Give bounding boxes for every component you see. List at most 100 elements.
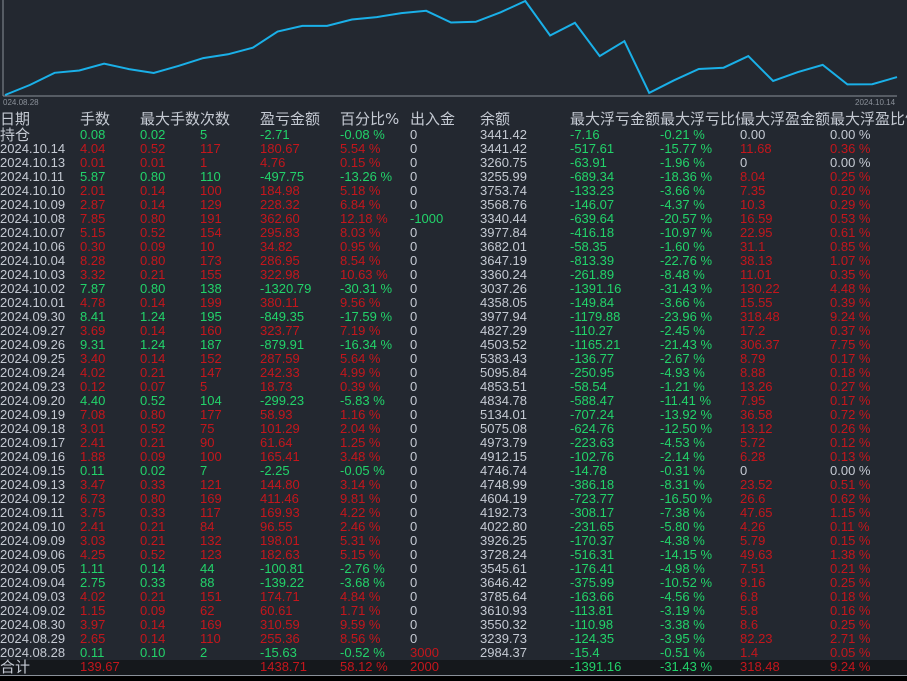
table-row[interactable]: 2024.09.17 2.41 0.21 90 61.64 1.25 % 0 4973.79 -…: [0, 436, 907, 450]
table-row[interactable]: 2024.09.19 7.08 0.80 177 58.93 1.16 % 0 5134.01…: [0, 408, 907, 422]
table-row[interactable]: 2024.09.15 0.11 0.02 7 -2.25 -0.05 % 0 4746.74 -…: [0, 464, 907, 478]
cell-cash-flow: 0: [410, 309, 418, 324]
cell-max-float-profit: 11.01: [740, 267, 772, 282]
cell-max-float-loss-pct: -1.21 %: [660, 379, 705, 394]
cell-percent: -13.26 %: [340, 169, 393, 184]
header-max-float-profit-pct[interactable]: 最大浮盈比例: [830, 110, 907, 128]
header-percent[interactable]: 百分比%: [340, 110, 399, 128]
header-cash-flow[interactable]: 出入金: [410, 110, 455, 128]
cell-max-float-loss: -124.35: [570, 631, 615, 646]
cell-date: 2024.09.05: [0, 561, 66, 576]
cell-max-float-loss: -1391.16: [570, 281, 622, 296]
table-row[interactable]: 2024.10.10 2.01 0.14 100 184.98 5.18 % 0 3753.7…: [0, 184, 907, 198]
table-row[interactable]: 2024.10.04 8.28 0.80 173 286.95 8.54 % 0 3647.1…: [0, 254, 907, 268]
cell-max-float-profit-pct: 0.12 %: [830, 435, 871, 450]
cell-lots: 1.88: [80, 449, 106, 464]
cell-percent: 0.15 %: [340, 155, 381, 170]
table-row[interactable]: 2024.10.06 0.30 0.09 10 34.82 0.95 % 0 3682.01 -…: [0, 240, 907, 254]
header-max-lots[interactable]: 最大手数: [140, 110, 200, 128]
table-row[interactable]: 2024.10.11 5.87 0.80 110 -497.75 -13.26 % 0 325…: [0, 170, 907, 184]
cell-balance: 3545.61: [480, 561, 527, 576]
table-row[interactable]: 2024.10.01 4.78 0.14 199 380.11 9.56 % 0 4358.0…: [0, 296, 907, 310]
cell-percent: 0.95 %: [340, 239, 381, 254]
cell-percent: 3.48 %: [340, 449, 381, 464]
table-row[interactable]: 2024.09.09 3.03 0.21 132 198.01 5.31 % 0 3926.2…: [0, 534, 907, 548]
cell-date: 2024.10.13: [0, 155, 66, 170]
table-row[interactable]: 2024.10.02 7.87 0.80 138 -1320.79 -30.31 % 0 30…: [0, 282, 907, 296]
header-pnl[interactable]: 盈亏金额: [260, 110, 320, 128]
table-row[interactable]: 2024.08.28 0.11 0.10 2 -15.63 -0.52 % 3000 2984…: [0, 646, 907, 660]
cell-max-float-loss-pct: -16.50 %: [660, 491, 713, 506]
cell-balance: 3785.64: [480, 589, 527, 604]
table-row[interactable]: 2024.09.30 8.41 1.24 195 -849.35 -17.59 % 0 397…: [0, 310, 907, 324]
cell-max-float-loss: -723.77: [570, 491, 615, 506]
cell-percent: -0.05 %: [340, 463, 385, 478]
cell-max-float-profit-pct: 0.35 %: [830, 267, 871, 282]
cell-max-float-profit-pct: 0.00 %: [830, 127, 871, 142]
cell-max-float-loss: -250.95: [570, 365, 615, 380]
table-row[interactable]: 2024.09.18 3.01 0.52 75 101.29 2.04 % 0 5075.08…: [0, 422, 907, 436]
header-lots[interactable]: 手数: [80, 110, 110, 128]
table-row[interactable]: 2024.09.12 6.73 0.80 169 411.46 9.81 % 0 4604.1…: [0, 492, 907, 506]
cell-lots: 4.78: [80, 295, 106, 310]
cell-max-float-profit-pct: 0.16 %: [830, 603, 871, 618]
cell-percent: 8.56 %: [340, 631, 381, 646]
table-row[interactable]: 2024.09.16 1.88 0.09 100 165.41 3.48 % 0 4912.1…: [0, 450, 907, 464]
table-row[interactable]: 2024.10.13 0.01 0.01 1 4.76 0.15 % 0 3260.75 -63…: [0, 156, 907, 170]
cell-max-float-loss: -63.91: [570, 155, 607, 170]
cell-max-lots: 0.14: [140, 561, 166, 576]
cell-pnl: 169.93: [260, 505, 300, 520]
cell-max-float-profit-pct: 0.27 %: [830, 379, 871, 394]
table-row[interactable]: 2024.09.25 3.40 0.14 152 287.59 5.64 % 0 5383.4…: [0, 352, 907, 366]
cell-max-float-profit: 130.22: [740, 281, 780, 296]
table-row[interactable]: 2024.10.03 3.32 0.21 155 322.98 10.63 % 0 3360.…: [0, 268, 907, 282]
cell-max-float-loss-pct: -15.77 %: [660, 141, 713, 156]
table-row[interactable]: 2024.09.02 1.15 0.09 62 60.61 1.71 % 0 3610.93 -…: [0, 604, 907, 618]
table-row[interactable]: 2024.10.07 5.15 0.52 154 295.83 8.03 % 0 3977.8…: [0, 226, 907, 240]
cell-max-float-profit: 7.35: [740, 183, 766, 198]
table-row[interactable]: 2024.09.27 3.69 0.14 160 323.77 7.19 % 0 4827.2…: [0, 324, 907, 338]
table-row[interactable]: 2024.08.29 2.65 0.14 110 255.36 8.56 % 0 3239.7…: [0, 632, 907, 646]
cell-pnl: -15.63: [260, 645, 297, 660]
cell-count: 169: [200, 491, 222, 506]
table-row[interactable]: 2024.09.23 0.12 0.07 5 18.73 0.39 % 0 4853.51 -5…: [0, 380, 907, 394]
table-row[interactable]: 持仓 0.08 0.02 5 -2.71 -0.08 % 0 3441.42 -7.16 -0.2…: [0, 127, 907, 143]
table-row[interactable]: 2024.09.10 2.41 0.21 84 96.55 2.46 % 0 4022.80 -…: [0, 520, 907, 534]
cell-count: 75: [200, 421, 215, 436]
cell-cash-flow: 0: [410, 589, 418, 604]
cell-max-float-profit-pct: 0.29 %: [830, 197, 871, 212]
table-row[interactable]: 2024.09.04 2.75 0.33 88 -139.22 -3.68 % 0 3646.…: [0, 576, 907, 590]
table-row[interactable]: 2024.08.30 3.97 0.14 169 310.59 9.59 % 0 3550.3…: [0, 618, 907, 632]
cell-cash-flow: 0: [410, 617, 418, 632]
table-row[interactable]: 2024.09.13 3.47 0.33 121 144.80 3.14 % 0 4748.9…: [0, 478, 907, 492]
table-row[interactable]: 2024.09.11 3.75 0.33 117 169.93 4.22 % 0 4192.7…: [0, 506, 907, 520]
table-row[interactable]: 2024.10.14 4.04 0.52 117 180.67 5.54 % 0 3441.4…: [0, 142, 907, 156]
cell-percent: 4.22 %: [340, 505, 381, 520]
header-count[interactable]: 次数: [200, 110, 230, 128]
table-row[interactable]: 2024.09.03 4.02 0.21 151 174.71 4.84 % 0 3785.6…: [0, 590, 907, 604]
table-row[interactable]: 2024.09.05 1.11 0.14 44 -100.81 -2.76 % 0 3545.…: [0, 562, 907, 576]
table-row[interactable]: 2024.09.24 4.02 0.21 147 242.33 4.99 % 0 5095.8…: [0, 366, 907, 380]
cell-max-float-profit: 10.3: [740, 197, 766, 212]
header-max-float-profit[interactable]: 最大浮盈金额: [740, 110, 831, 128]
table-row[interactable]: 2024.09.26 9.31 1.24 187 -879.91 -16.34 % 0 450…: [0, 338, 907, 352]
cell-max-float-profit-pct: 2.71 %: [830, 631, 871, 646]
cell-count: 110: [200, 631, 221, 646]
cell-lots: 0.08: [80, 127, 106, 142]
cell-max-lots: 0.52: [140, 225, 166, 240]
cell-pnl: -139.22: [260, 575, 305, 590]
cell-count: 2: [200, 645, 208, 660]
cell-max-float-loss-pct: -2.67 %: [660, 351, 705, 366]
table-row[interactable]: 2024.09.06 4.25 0.52 123 182.63 5.15 % 0 3728.2…: [0, 548, 907, 562]
cell-max-lots: 0.80: [140, 211, 166, 226]
header-balance[interactable]: 余额: [480, 110, 510, 128]
cell-count: 129: [200, 197, 222, 212]
total-row[interactable]: 合计 139.67 1438.71 58.12 % 2000 -1391.16 -31.43…: [0, 660, 907, 675]
table-row[interactable]: 2024.10.09 2.87 0.14 129 228.32 6.84 % 0 3568.7…: [0, 198, 907, 212]
table-row[interactable]: 2024.09.20 4.40 0.52 104 -299.23 -5.83 % 0 4834…: [0, 394, 907, 408]
cell-pnl: 60.61: [260, 603, 293, 618]
cell-lots: 3.32: [80, 267, 106, 282]
header-max-float-loss-pct[interactable]: 最大浮亏比例: [660, 110, 750, 128]
table-row[interactable]: 2024.10.08 7.85 0.80 191 362.60 12.18 % -1000 3…: [0, 212, 907, 226]
header-max-float-loss[interactable]: 最大浮亏金额: [570, 110, 660, 128]
